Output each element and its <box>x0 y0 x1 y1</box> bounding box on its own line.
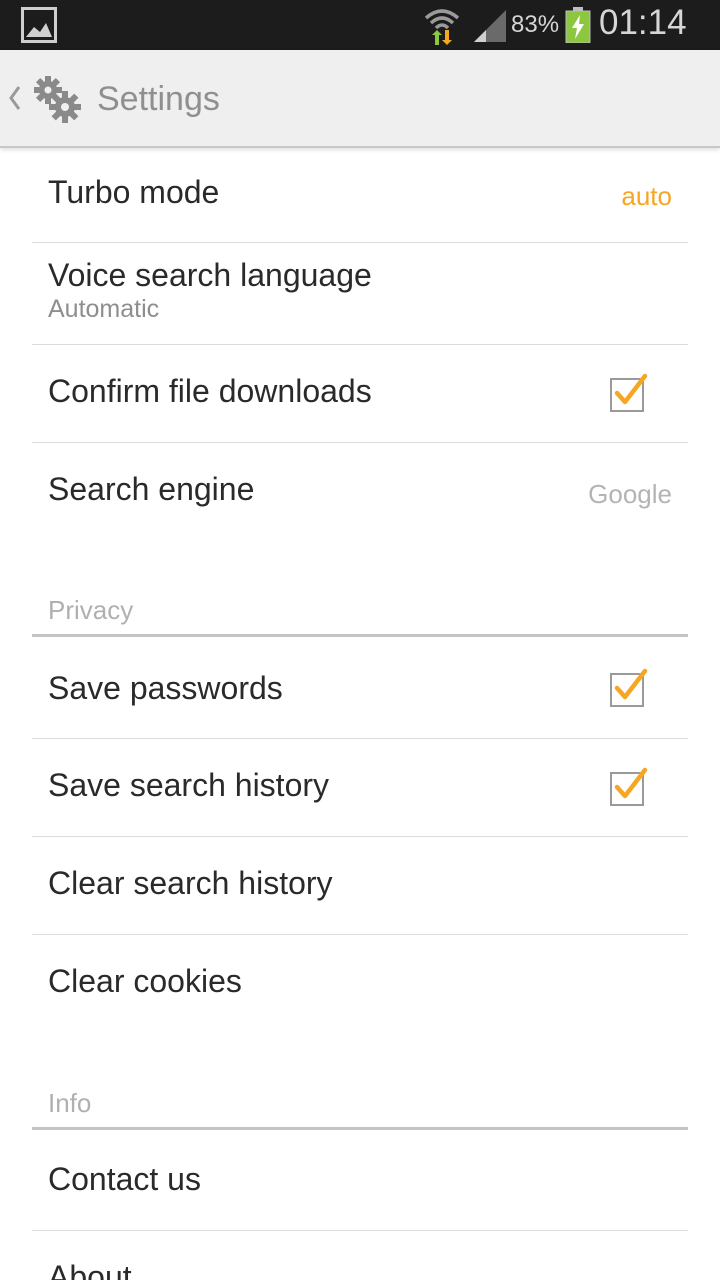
search-engine-label: Search engine <box>48 471 255 507</box>
save-search-history-checkbox[interactable] <box>609 767 649 807</box>
gallery-notification-icon <box>21 7 57 43</box>
setting-clear-cookies[interactable]: Clear cookies <box>32 935 688 1033</box>
setting-contact-us[interactable]: Contact us <box>32 1131 688 1231</box>
setting-voice-search-language[interactable]: Voice search language Automatic <box>32 243 688 345</box>
setting-save-passwords[interactable]: Save passwords <box>32 638 688 739</box>
voice-search-language-value: Automatic <box>48 295 160 323</box>
section-header-privacy: Privacy <box>32 581 688 637</box>
setting-save-search-history[interactable]: Save search history <box>32 739 688 837</box>
save-passwords-checkbox[interactable] <box>609 668 649 708</box>
battery-percent: 83% <box>511 11 560 38</box>
save-passwords-label: Save passwords <box>48 670 283 706</box>
about-label: About <box>48 1259 132 1280</box>
clock: 01:14 <box>599 3 687 42</box>
contact-us-label: Contact us <box>48 1161 201 1197</box>
confirm-file-downloads-label: Confirm file downloads <box>48 373 372 409</box>
gears-icon[interactable] <box>32 74 82 124</box>
setting-about[interactable]: About <box>32 1231 688 1280</box>
privacy-header-label: Privacy <box>48 595 134 625</box>
setting-clear-search-history[interactable]: Clear search history <box>32 837 688 935</box>
back-chevron-icon[interactable] <box>8 84 22 112</box>
wifi-icon <box>424 9 460 45</box>
clear-cookies-label: Clear cookies <box>48 963 242 999</box>
search-engine-value: Google <box>588 479 672 509</box>
page-title: Settings <box>97 80 220 118</box>
setting-search-engine[interactable]: Search engine Google <box>32 443 688 537</box>
setting-confirm-file-downloads[interactable]: Confirm file downloads <box>32 345 688 443</box>
confirm-file-downloads-checkbox[interactable] <box>609 373 649 413</box>
turbo-mode-label: Turbo mode <box>48 174 220 210</box>
setting-turbo-mode[interactable]: Turbo mode auto <box>32 148 688 243</box>
turbo-mode-value: auto <box>621 181 672 211</box>
battery-charging-icon <box>565 7 591 43</box>
clear-search-history-label: Clear search history <box>48 865 333 901</box>
info-header-label: Info <box>48 1088 92 1118</box>
voice-search-language-label: Voice search language <box>48 257 372 293</box>
save-search-history-label: Save search history <box>48 767 330 803</box>
action-bar: Settings <box>0 50 720 148</box>
signal-icon <box>474 10 506 42</box>
status-bar: 83% 01:14 <box>0 0 720 50</box>
section-header-info: Info <box>32 1074 688 1130</box>
